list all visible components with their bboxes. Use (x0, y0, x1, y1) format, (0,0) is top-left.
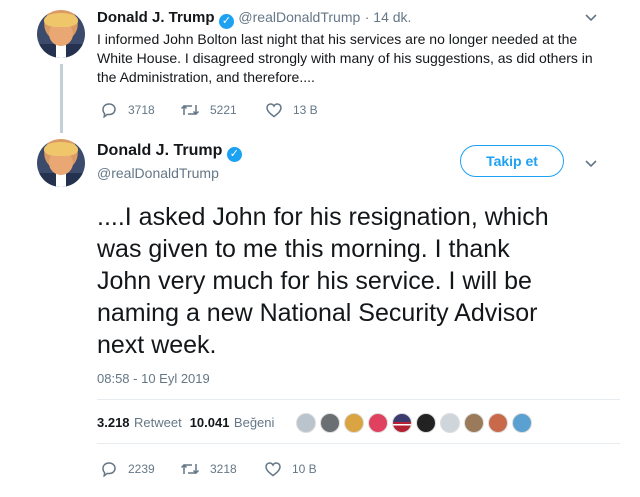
liker-avatar[interactable] (512, 413, 533, 433)
retweet-icon (180, 463, 200, 475)
main-tweet-text-line: ....I asked John for his resignation, wh… (97, 203, 549, 231)
main-tweet-avatar[interactable] (37, 139, 85, 187)
like-icon (265, 462, 281, 477)
parent-tweet-text-line: White House. I disagreed strongly with m… (97, 50, 593, 66)
parent-tweet-time[interactable]: · 14 dk. (365, 9, 412, 25)
retweet-stat[interactable]: 3.218 Retweet (97, 414, 182, 432)
chevron-down-icon[interactable] (584, 11, 598, 26)
like-button[interactable]: 10 B (264, 459, 334, 479)
liker-avatars (296, 413, 536, 433)
chevron-down-icon[interactable] (584, 157, 598, 172)
liker-avatar[interactable] (344, 413, 365, 433)
main-tweet-header: Donald J. Trump ✓ @realDonaldTrump (97, 142, 242, 181)
follow-button[interactable]: Takip et (460, 145, 564, 177)
main-tweet-actions: 2239 3218 10 B (100, 459, 360, 479)
reply-icon (102, 103, 116, 118)
liker-avatar[interactable] (392, 413, 413, 433)
retweet-stat-label: Retweet (134, 415, 182, 430)
verified-badge-icon: ✓ (218, 14, 234, 29)
parent-tweet-header: Donald J. Trump ✓ @realDonaldTrump · 14 … (97, 9, 411, 29)
liker-avatar[interactable] (296, 413, 317, 433)
thread-connector-line (60, 64, 63, 133)
main-tweet-text-line: John very much for his service. I will b… (97, 267, 532, 295)
reply-button[interactable]: 3718 (100, 100, 180, 120)
parent-tweet-text-line: the Administration, and therefore.... (97, 69, 315, 85)
liker-avatar[interactable] (368, 413, 389, 433)
like-icon (266, 103, 282, 118)
retweet-stat-count: 3.218 (97, 415, 130, 430)
like-button[interactable]: 13 B (265, 100, 335, 120)
engagement-stats: 3.218 Retweet 10.041 Beğeni (97, 413, 536, 433)
parent-tweet-text-line: I informed John Bolton last night that h… (97, 31, 578, 47)
parent-tweet-text: I informed John Bolton last night that h… (97, 30, 617, 87)
reply-button[interactable]: 2239 (100, 459, 180, 479)
main-tweet-text-line: was given to me this morning. I thank (97, 235, 510, 263)
like-count: 13 B (293, 103, 318, 117)
parent-tweet-author-name[interactable]: Donald J. Trump (97, 9, 215, 26)
liker-avatar[interactable] (488, 413, 509, 433)
parent-tweet-handle[interactable]: @realDonaldTrump (238, 9, 360, 25)
retweet-count: 5221 (210, 103, 237, 117)
main-tweet-text: ....I asked John for his resignation, wh… (97, 201, 627, 361)
retweet-button[interactable]: 3218 (180, 459, 264, 479)
retweet-icon (180, 104, 200, 116)
liker-avatar[interactable] (440, 413, 461, 433)
like-stat[interactable]: 10.041 Beğeni (190, 414, 275, 432)
liker-avatar[interactable] (464, 413, 485, 433)
like-stat-count: 10.041 (189, 415, 230, 430)
verified-badge-icon: ✓ (226, 147, 242, 162)
retweet-count: 3218 (210, 462, 237, 476)
stats-divider-top (97, 399, 620, 400)
parent-tweet-avatar[interactable] (37, 10, 85, 58)
parent-tweet-actions: 3718 5221 13 B (100, 100, 340, 120)
reply-count: 3718 (128, 103, 155, 117)
liker-avatar[interactable] (320, 413, 341, 433)
main-tweet-author-name[interactable]: Donald J. Trump (97, 142, 222, 159)
reply-count: 2239 (128, 462, 155, 476)
reply-icon (102, 462, 116, 477)
main-tweet-handle[interactable]: @realDonaldTrump (97, 165, 242, 181)
main-tweet-timestamp[interactable]: 08:58 - 10 Eyl 2019 (97, 371, 210, 386)
liker-avatar[interactable] (416, 413, 437, 433)
retweet-button[interactable]: 5221 (180, 100, 265, 120)
like-count: 10 B (292, 462, 317, 476)
main-tweet-text-line: next week. (97, 331, 217, 359)
main-tweet-text-line: naming a new National Security Advisor (97, 299, 538, 327)
stats-divider-bottom (97, 443, 620, 444)
like-stat-label: Beğeni (233, 415, 275, 430)
